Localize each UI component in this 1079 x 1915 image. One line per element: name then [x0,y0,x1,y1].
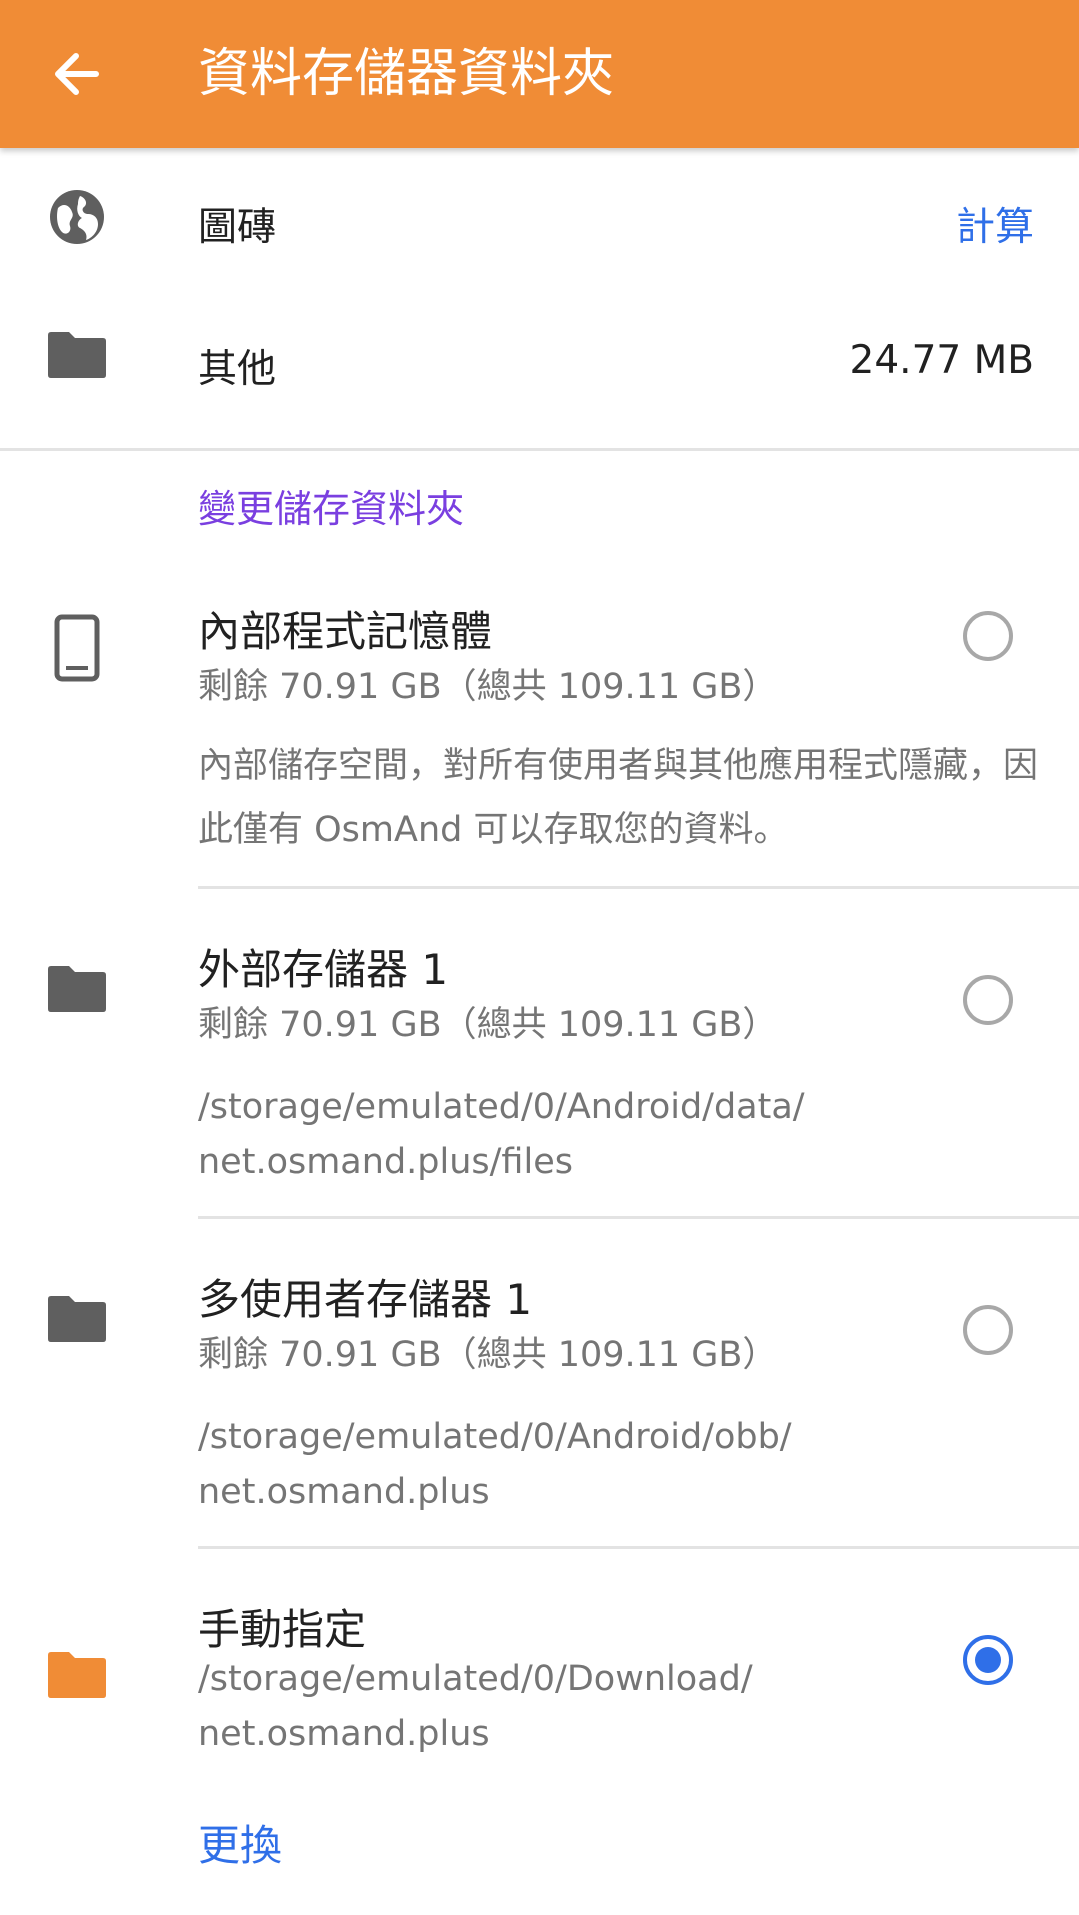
folder-icon [48,966,106,1012]
option-path-line1: /storage/emulated/0/Android/data/ [198,1087,805,1127]
back-button[interactable] [42,40,110,108]
option-title: 手動指定 [198,1605,367,1654]
option-path-line2: net.osmand.plus/files [198,1142,573,1182]
option-path-line2: net.osmand.plus [198,1472,490,1512]
change-button[interactable]: 更換 [198,1812,282,1873]
tiles-label: 圖磚 [198,205,277,250]
option-subtitle: 剩餘 70.91 GB（總共 109.11 GB） [198,1335,778,1375]
other-label: 其他 [198,347,277,392]
option-title: 外部存儲器 1 [198,945,449,994]
section-divider [0,448,1079,451]
page-title: 資料存儲器資料夾 [198,44,615,104]
option-external[interactable]: 外部存儲器 1 剩餘 70.91 GB（總共 109.11 GB） /stora… [0,920,1079,1216]
radio-external[interactable] [963,975,1013,1025]
radio-multiuser[interactable] [963,1305,1013,1355]
option-title: 內部程式記憶體 [198,607,493,656]
option-subtitle: 剩餘 70.91 GB（總共 109.11 GB） [198,1005,778,1045]
arrow-left-icon [55,53,99,95]
change-folder-section-title: 變更儲存資料夾 [198,487,465,531]
app-bar: 資料存儲器資料夾 [0,0,1079,148]
folder-icon [48,1296,106,1342]
option-path-line1: /storage/emulated/0/Android/obb/ [198,1417,792,1457]
calculate-button[interactable]: 計算 [956,196,1034,252]
globe-icon [50,190,104,244]
option-description: 內部儲存空間，對所有使用者與其他應用程式隱藏，因此僅有 OsmAnd 可以存取您… [198,746,1039,850]
option-manual[interactable]: 手動指定 /storage/emulated/0/Download/ net.o… [0,1580,1079,1915]
option-multiuser[interactable]: 多使用者存儲器 1 剩餘 70.91 GB（總共 109.11 GB） /sto… [0,1250,1079,1546]
other-row: 其他 24.77 MB [0,280,1079,448]
other-size: 24.77 MB [849,338,1034,383]
radio-internal[interactable] [963,611,1013,661]
radio-manual[interactable] [963,1635,1013,1685]
option-divider [198,1546,1079,1549]
folder-icon [48,332,106,378]
option-path-line1: /storage/emulated/0/Download/ [198,1659,753,1699]
option-divider [198,886,1079,889]
folder-orange-icon [48,1652,106,1698]
option-subtitle: 剩餘 70.91 GB（總共 109.11 GB） [198,667,778,707]
option-path-line2: net.osmand.plus [198,1714,490,1754]
phone-icon [54,614,100,682]
option-divider [198,1216,1079,1219]
option-internal[interactable]: 內部程式記憶體 剩餘 70.91 GB（總共 109.11 GB） 內部儲存空間… [0,590,1079,886]
tiles-row: 圖磚 計算 [0,148,1079,280]
option-title: 多使用者存儲器 1 [198,1275,533,1324]
